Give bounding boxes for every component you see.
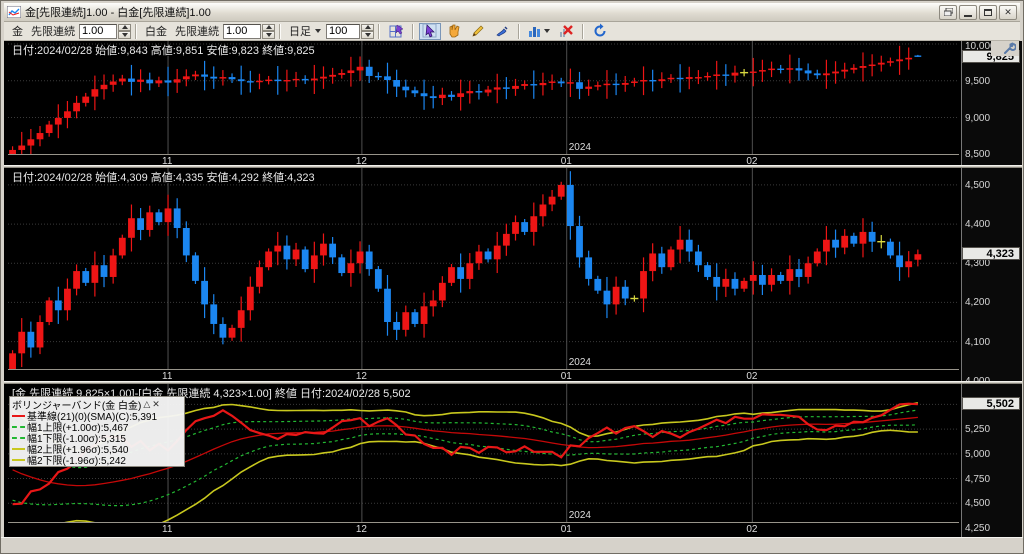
- x-tick-label: 01: [560, 524, 572, 535]
- year-label: 2024: [568, 357, 591, 368]
- year-label: 2024: [568, 142, 591, 153]
- x-tick-label: 02: [746, 371, 758, 382]
- spread-x-axis: 11 12 01 02: [8, 522, 959, 535]
- chevron-down-icon: [544, 29, 550, 33]
- y-tick-label: 4,250: [965, 522, 991, 534]
- toolbar-separator: [412, 23, 414, 39]
- x-tick-label: 11: [162, 371, 173, 382]
- pen-flag-icon: [496, 26, 508, 37]
- gold-x-axis: 11 12 01 02: [8, 154, 959, 167]
- delete-drawings-button[interactable]: [555, 23, 577, 40]
- y-tick-label: 9,000: [965, 112, 991, 124]
- draw-line-tool-button[interactable]: [467, 23, 489, 40]
- app-window: 金[先限連続]1.00 - 白金[先限連続]1.00 ✕ 金 先限連続 白金 先…: [0, 0, 1024, 554]
- legend-line-swatch: [12, 436, 25, 439]
- legend-line-swatch: [12, 458, 25, 461]
- pencil-icon: [472, 25, 484, 37]
- period-select[interactable]: 日足: [285, 23, 321, 39]
- toolbar-separator: [135, 23, 137, 39]
- wrench-icon[interactable]: [1003, 42, 1016, 55]
- select-tool-button[interactable]: [419, 22, 441, 40]
- spread-chart-panel: [金 先限連続 9,825×1.00]-[白金 先限連続 4,323×1.00]…: [4, 384, 1022, 537]
- hand-icon: [449, 24, 460, 38]
- platinum-ratio-input[interactable]: [223, 23, 261, 39]
- platinum-y-axis: 4,5004,4004,3004,2004,1004,0004,323: [961, 168, 1022, 387]
- platinum-x-axis: 11 12 01 02: [8, 369, 959, 382]
- x-tick-label: 12: [355, 524, 367, 535]
- toolbar: 金 先限連続 白金 先限連続 日足: [4, 22, 1020, 41]
- x-tick-label: 11: [162, 524, 173, 535]
- y-tick-label: 5,250: [965, 424, 991, 436]
- toolbar-separator: [518, 23, 520, 39]
- x-tick-label: 01: [560, 371, 572, 382]
- x-tick-label: 02: [746, 524, 758, 535]
- bar-count-stepper[interactable]: [361, 23, 374, 39]
- chevron-down-icon: [315, 29, 321, 33]
- y-tick-label: 4,100: [965, 336, 991, 348]
- platinum-chart-panel: 日付:2024/02/28 始値:4,309 高値:4,335 安値:4,292…: [4, 168, 1022, 387]
- platinum-series-label: 先限連続: [175, 26, 219, 38]
- current-price-label: 5,502: [962, 397, 1020, 411]
- delete-x-icon: [560, 25, 573, 37]
- platinum-symbol-label: 白金: [145, 26, 167, 38]
- gold-series-label: 先限連続: [31, 26, 75, 38]
- period-label: 日足: [289, 26, 311, 38]
- legend-item: 幅2下限(-1.96σ):5,242: [12, 454, 182, 467]
- platinum-ohlc-readout: 日付:2024/02/28 始値:4,309 高値:4,335 安値:4,292…: [12, 172, 315, 184]
- toolbar-separator: [378, 23, 380, 39]
- gold-symbol-label: 金: [12, 26, 23, 38]
- annotation-tool-button[interactable]: [491, 23, 513, 40]
- maximize-button[interactable]: [979, 4, 997, 20]
- chart-app-icon: [7, 6, 21, 18]
- refresh-icon: [594, 23, 606, 37]
- gold-ohlc-readout: 日付:2024/02/28 始値:9,843 高値:9,851 安値:9,823…: [12, 45, 315, 57]
- float-window-button[interactable]: [939, 4, 957, 20]
- gold-ratio-stepper[interactable]: [118, 23, 131, 39]
- bar-chart-icon: [529, 27, 540, 37]
- y-tick-label: 8,500: [965, 149, 991, 161]
- legend-line-swatch: [12, 425, 25, 428]
- bar-count-input[interactable]: [326, 23, 360, 39]
- toolbar-separator: [582, 23, 584, 39]
- legend-line-swatch: [12, 447, 25, 450]
- y-tick-label: 4,750: [965, 473, 991, 485]
- x-tick-label: 12: [355, 371, 367, 382]
- bollinger-legend: ボリンジャーバンド(金 白金) △ ✕ 基準線(21)(0)(SMA)(C):5…: [9, 396, 185, 467]
- current-price-label: 4,323: [962, 247, 1020, 261]
- close-button[interactable]: ✕: [999, 4, 1017, 20]
- x-tick-label: 11: [162, 156, 173, 167]
- title-bar[interactable]: 金[先限連続]1.00 - 白金[先限連続]1.00 ✕: [4, 3, 1020, 22]
- legend-item-label: 幅2下限(-1.96σ):5,242: [27, 456, 126, 467]
- legend-line-swatch: [12, 414, 25, 417]
- x-tick-label: 01: [560, 156, 572, 167]
- settings-strip: [991, 41, 1019, 56]
- pan-tool-button[interactable]: [443, 23, 465, 40]
- y-tick-label: 9,500: [965, 75, 991, 87]
- x-tick-label: 12: [355, 156, 367, 167]
- minimize-button[interactable]: [959, 4, 977, 20]
- y-tick-label: 4,400: [965, 219, 991, 231]
- y-tick-label: 4,500: [965, 498, 991, 510]
- x-tick-label: 02: [746, 156, 758, 167]
- y-tick-label: 4,200: [965, 297, 991, 309]
- cursor-icon: [422, 23, 437, 38]
- gold-chart-panel: 日付:2024/02/28 始値:9,843 高値:9,851 安値:9,823…: [4, 41, 1022, 168]
- gold-y-axis: 10,000 9,500 9,000 8,500 9,825: [961, 41, 1022, 168]
- crosshair-icon: [389, 24, 404, 38]
- window-title: 金[先限連続]1.00 - 白金[先限連続]1.00: [25, 7, 211, 19]
- y-tick-label: 5,000: [965, 448, 991, 460]
- platinum-ratio-stepper[interactable]: [262, 23, 275, 39]
- spread-y-axis: 5,5005,2505,0004,7504,5004,2505,502: [961, 384, 1022, 537]
- window-frame-bottom: [1, 537, 1023, 553]
- chart-type-button[interactable]: [525, 23, 553, 40]
- gold-ratio-input[interactable]: [79, 23, 117, 39]
- year-label: 2024: [568, 510, 591, 521]
- toolbar-separator: [279, 23, 281, 39]
- crosshair-tool-button[interactable]: [385, 23, 407, 40]
- y-tick-label: 4,500: [965, 179, 991, 191]
- platinum-chart-plot[interactable]: [8, 168, 959, 369]
- refresh-button[interactable]: [589, 23, 611, 40]
